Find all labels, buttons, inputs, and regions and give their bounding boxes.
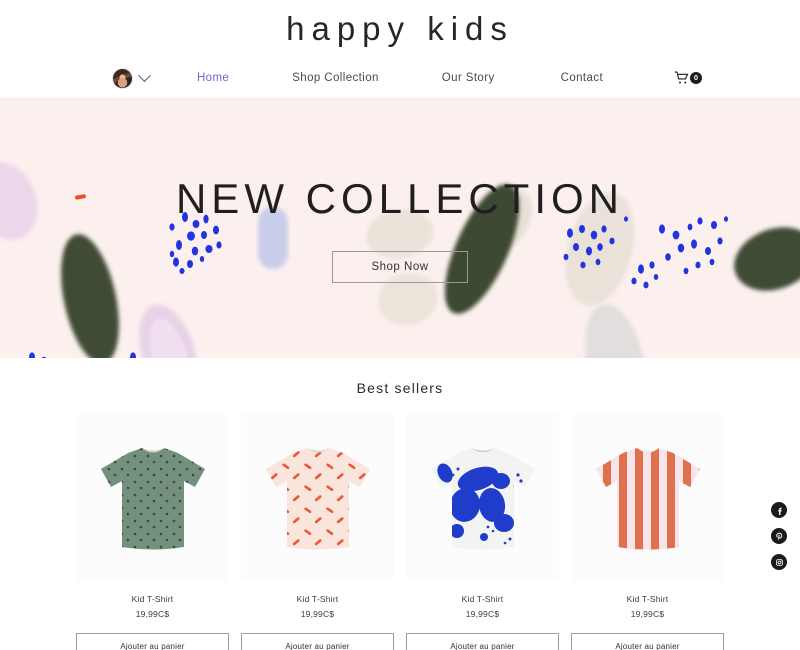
chevron-down-icon[interactable] (138, 68, 151, 82)
product-card[interactable]: Kid T-Shirt 19,99C$ Ajouter au panier (76, 414, 229, 650)
product-name: Kid T-Shirt (296, 594, 339, 604)
product-price: 19,99C$ (300, 609, 335, 619)
instagram-icon[interactable] (771, 554, 787, 570)
pinterest-icon[interactable] (771, 528, 787, 544)
main-navigation: Home Shop Collection Our Story Contact 0 (0, 58, 800, 98)
product-price: 19,99C$ (630, 609, 665, 619)
page-root: happy kids Home Shop Collection Our Stor… (0, 0, 800, 650)
product-card[interactable]: Kid T-Shirt 19,99C$ Ajouter au panier (571, 414, 724, 650)
best-sellers-title: Best sellers (356, 380, 444, 396)
nav-item-shop-collection[interactable]: Shop Collection (290, 68, 381, 88)
product-image-blue-blobs[interactable] (406, 414, 559, 582)
nav-item-home[interactable]: Home (195, 68, 231, 88)
product-image-green-dotted[interactable] (76, 414, 229, 582)
add-to-cart-button[interactable]: Ajouter au panier (406, 633, 559, 650)
brand-logo[interactable]: happy kids (286, 10, 514, 48)
product-price: 19,99C$ (465, 609, 500, 619)
site-header: happy kids (0, 0, 800, 58)
hero-content: NEW COLLECTION Shop Now (0, 99, 800, 358)
shop-now-button[interactable]: Shop Now (332, 250, 468, 283)
product-card[interactable]: Kid T-Shirt 19,99C$ Ajouter au panier (241, 414, 394, 650)
product-price: 19,99C$ (135, 609, 170, 619)
hero-title: NEW COLLECTION (175, 174, 625, 222)
add-to-cart-button[interactable]: Ajouter au panier (241, 633, 394, 650)
facebook-icon[interactable] (771, 502, 787, 518)
add-to-cart-button[interactable]: Ajouter au panier (571, 633, 724, 650)
tshirt-icon (265, 448, 370, 550)
avatar[interactable] (112, 67, 133, 89)
cart-button[interactable]: 0 (674, 71, 702, 85)
nav-item-contact[interactable]: Contact (559, 68, 605, 88)
hero-banner: NEW COLLECTION Shop Now (0, 98, 800, 358)
product-image-pink-dashes[interactable] (241, 414, 394, 582)
tshirt-icon (430, 448, 535, 550)
nav-item-our-story[interactable]: Our Story (440, 68, 497, 88)
cart-count-badge: 0 (690, 72, 702, 84)
product-image-orange-stripes[interactable] (571, 414, 724, 582)
add-to-cart-button[interactable]: Ajouter au panier (76, 633, 229, 650)
product-card[interactable]: Kid T-Shirt 19,99C$ Ajouter au panier (406, 414, 559, 650)
product-name: Kid T-Shirt (131, 594, 174, 604)
tshirt-icon (100, 448, 205, 550)
product-name: Kid T-Shirt (461, 594, 504, 604)
social-links (771, 502, 787, 570)
account-menu[interactable] (112, 67, 151, 89)
product-name: Kid T-Shirt (626, 594, 669, 604)
product-grid: Kid T-Shirt 19,99C$ Ajouter au panier Ki… (0, 414, 800, 650)
shopping-cart-icon (674, 71, 689, 85)
tshirt-icon (595, 448, 700, 550)
